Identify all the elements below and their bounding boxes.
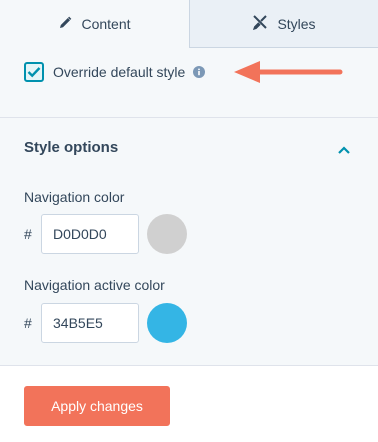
- section-title: Style options: [24, 139, 119, 156]
- override-checkbox[interactable]: [24, 62, 44, 82]
- navigation-color-swatch[interactable]: [147, 214, 187, 254]
- footer: Apply changes: [0, 366, 378, 442]
- tab-content-label: Content: [81, 16, 131, 32]
- pencil-icon: [58, 16, 81, 33]
- style-options-section: Style options Navigation color # Navigat…: [0, 117, 378, 366]
- override-label: Override default style: [53, 64, 186, 80]
- navigation-active-color-label: Navigation active color: [24, 277, 165, 293]
- tab-styles-label: Styles: [277, 15, 316, 32]
- override-default-style-row: Override default style: [24, 62, 206, 82]
- tab-bar: Content Styles: [0, 0, 378, 48]
- tab-content[interactable]: Content: [0, 0, 190, 48]
- navigation-active-color-swatch[interactable]: [147, 303, 187, 343]
- brush-icon: [252, 14, 277, 33]
- apply-changes-button[interactable]: Apply changes: [24, 386, 170, 426]
- hash-prefix: #: [24, 226, 32, 242]
- info-icon[interactable]: [193, 66, 206, 78]
- navigation-active-color-input[interactable]: [41, 303, 139, 343]
- hash-prefix: #: [24, 315, 32, 331]
- navigation-color-input[interactable]: [41, 214, 139, 254]
- checkmark-icon: [27, 67, 41, 78]
- navigation-color-label: Navigation color: [24, 189, 125, 205]
- arrow-left-icon: [230, 58, 344, 93]
- tab-styles[interactable]: Styles: [190, 0, 378, 48]
- chevron-up-icon[interactable]: [337, 142, 351, 160]
